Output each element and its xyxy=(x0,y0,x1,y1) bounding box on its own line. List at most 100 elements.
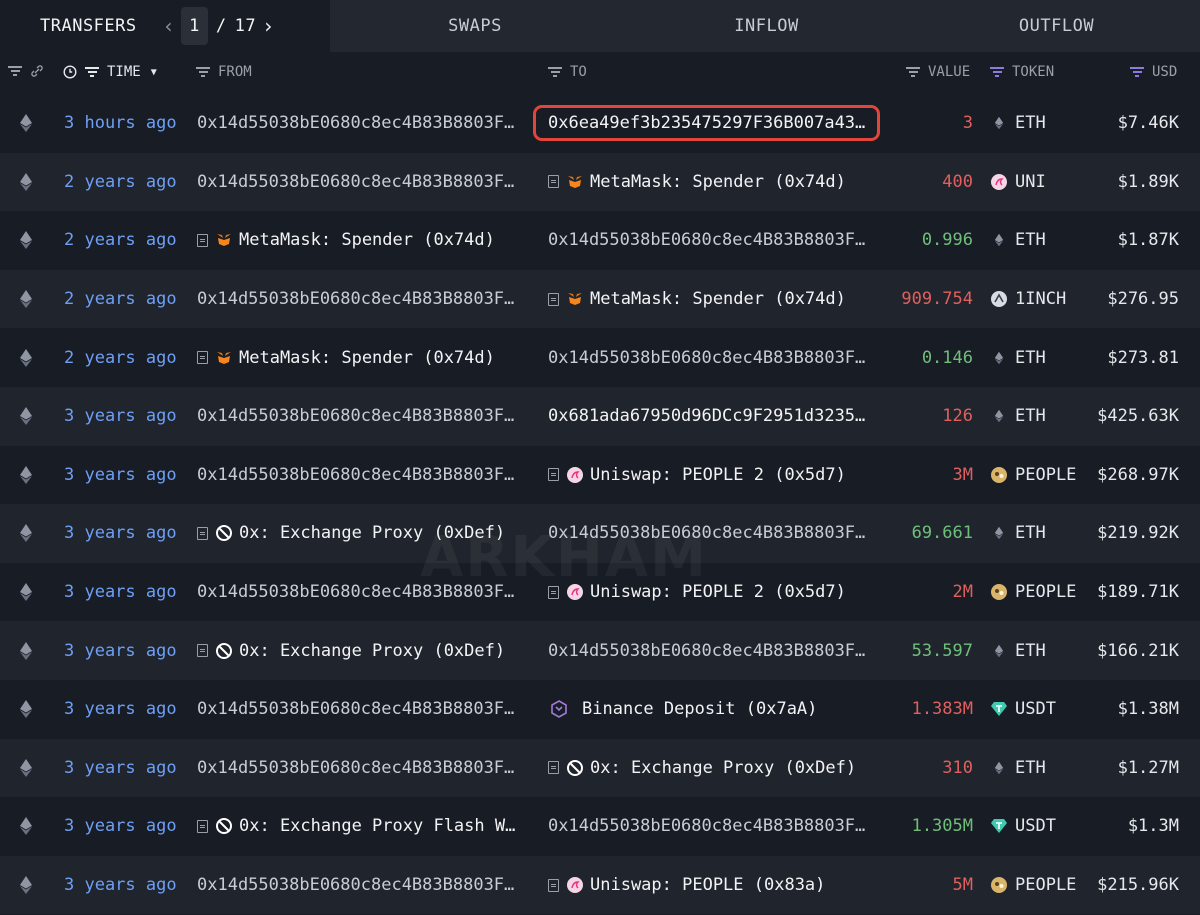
from-address[interactable]: 0x14d55038bE0680c8ec4B83B8803F… xyxy=(197,406,529,426)
ethereum-chain-icon xyxy=(20,876,32,895)
to-address[interactable]: Uniswap: PEOPLE 2 (0x5d7) xyxy=(548,582,878,602)
table-row[interactable]: 3 years ago 0x14d55038bE0680c8ec4B83B8803… xyxy=(0,386,1200,446)
time-link[interactable]: 2 years ago xyxy=(64,289,177,309)
address-text: 0x14d55038bE0680c8ec4B83B8803F… xyxy=(197,171,515,192)
token-cell[interactable]: PEOPLE xyxy=(991,875,1076,895)
to-address[interactable]: 0x14d55038bE0680c8ec4B83B8803F… xyxy=(548,230,878,250)
token-cell[interactable]: USDT xyxy=(991,699,1056,719)
to-address[interactable]: 0x681ada67950d96DCc9F2951d3235… xyxy=(548,406,878,426)
time-link[interactable]: 3 years ago xyxy=(64,641,177,661)
token-column-header[interactable]: TOKEN xyxy=(990,64,1054,80)
token-symbol: PEOPLE xyxy=(1015,875,1077,896)
token-cell[interactable]: ETH xyxy=(991,641,1046,661)
table-row[interactable]: 3 years ago 0x14d55038bE0680c8ec4B83B8803… xyxy=(0,563,1200,622)
time-link[interactable]: 3 years ago xyxy=(64,465,177,485)
time-link[interactable]: 3 hours ago xyxy=(64,113,177,133)
from-address[interactable]: 0x: Exchange Proxy (0xDef) xyxy=(197,523,529,543)
tab-outflow[interactable]: OUTFLOW xyxy=(913,0,1200,52)
filter-icon[interactable] xyxy=(8,64,22,78)
transfer-value: 310 xyxy=(942,757,973,778)
address-text: 0x6ea49ef3b235475297F36B007a43… xyxy=(548,113,866,134)
filter-icon[interactable] xyxy=(548,65,562,79)
tab-transfers[interactable]: TRANSFERS ‹ 1 / 17 › xyxy=(0,0,330,52)
table-row[interactable]: 3 years ago 0x: Exchange Proxy Flash W… 0x… xyxy=(0,797,1200,856)
from-address[interactable]: 0x: Exchange Proxy Flash W… xyxy=(197,816,529,836)
time-column-header[interactable]: TIME ▼ xyxy=(63,64,157,80)
token-cell[interactable]: ETH xyxy=(991,230,1046,250)
uniswap-icon xyxy=(567,877,583,894)
table-row[interactable]: 3 hours ago 0x14d55038bE0680c8ec4B83B8803… xyxy=(0,94,1200,153)
from-address[interactable]: 0x14d55038bE0680c8ec4B83B8803F… xyxy=(197,113,529,133)
token-cell[interactable]: UNI xyxy=(991,172,1046,192)
table-row[interactable]: 3 years ago 0x14d55038bE0680c8ec4B83B8803… xyxy=(0,855,1200,915)
to-address[interactable]: 0x14d55038bE0680c8ec4B83B8803F… xyxy=(548,816,878,836)
to-address[interactable]: MetaMask: Spender (0x74d) xyxy=(548,289,878,309)
to-address[interactable]: Uniswap: PEOPLE (0x83a) xyxy=(548,875,878,895)
token-cell[interactable]: ETH xyxy=(991,406,1046,426)
to-address[interactable]: 0x14d55038bE0680c8ec4B83B8803F… xyxy=(548,641,878,661)
time-link[interactable]: 3 years ago xyxy=(64,816,177,836)
time-link[interactable]: 3 years ago xyxy=(64,406,177,426)
from-address[interactable]: 0x14d55038bE0680c8ec4B83B8803F… xyxy=(197,699,529,719)
table-row[interactable]: 3 years ago 0x14d55038bE0680c8ec4B83B8803… xyxy=(0,680,1200,739)
value-header-label: VALUE xyxy=(928,64,971,80)
from-address[interactable]: 0x14d55038bE0680c8ec4B83B8803F… xyxy=(197,582,529,602)
from-address[interactable]: 0x14d55038bE0680c8ec4B83B8803F… xyxy=(197,758,529,778)
time-link[interactable]: 2 years ago xyxy=(64,230,177,250)
time-link[interactable]: 3 years ago xyxy=(64,523,177,543)
to-address[interactable]: 0x: Exchange Proxy (0xDef) xyxy=(548,758,878,778)
to-address[interactable]: Binance Deposit (0x7aA) xyxy=(548,699,878,719)
to-column-header[interactable]: TO xyxy=(548,64,587,80)
time-link[interactable]: 2 years ago xyxy=(64,348,177,368)
table-row[interactable]: 3 years ago 0x: Exchange Proxy (0xDef) 0x1… xyxy=(0,621,1200,680)
to-address[interactable]: MetaMask: Spender (0x74d) xyxy=(548,172,878,192)
sort-down-icon[interactable]: ▼ xyxy=(151,67,157,78)
filter-icon[interactable] xyxy=(1130,65,1144,79)
from-address[interactable]: 0x14d55038bE0680c8ec4B83B8803F… xyxy=(197,465,529,485)
highlighted-to-address[interactable]: 0x6ea49ef3b235475297F36B007a43… xyxy=(532,105,881,142)
time-link[interactable]: 3 years ago xyxy=(64,875,177,895)
time-link[interactable]: 3 years ago xyxy=(64,582,177,602)
token-cell[interactable]: 1INCH xyxy=(991,289,1066,309)
token-cell[interactable]: ETH xyxy=(991,348,1046,368)
filter-icon[interactable] xyxy=(196,65,210,79)
chain-filter[interactable] xyxy=(8,64,44,78)
to-address[interactable]: 0x14d55038bE0680c8ec4B83B8803F… xyxy=(548,348,878,368)
tab-swaps[interactable]: SWAPS xyxy=(330,0,620,52)
table-row[interactable]: 3 years ago 0x14d55038bE0680c8ec4B83B8803… xyxy=(0,446,1200,505)
table-row[interactable]: 3 years ago 0x: Exchange Proxy (0xDef) 0x1… xyxy=(0,504,1200,563)
filter-icon[interactable] xyxy=(85,65,99,79)
from-address[interactable]: 0x14d55038bE0680c8ec4B83B8803F… xyxy=(197,875,529,895)
from-address[interactable]: 0x14d55038bE0680c8ec4B83B8803F… xyxy=(197,172,529,192)
time-link[interactable]: 2 years ago xyxy=(64,172,177,192)
current-page[interactable]: 1 xyxy=(181,7,208,45)
chevron-left-icon[interactable]: ‹ xyxy=(157,14,182,38)
to-address[interactable]: Uniswap: PEOPLE 2 (0x5d7) xyxy=(548,465,878,485)
from-address[interactable]: MetaMask: Spender (0x74d) xyxy=(197,230,529,250)
usd-column-header[interactable]: USD xyxy=(1130,64,1177,80)
token-cell[interactable]: ETH xyxy=(991,113,1046,133)
chevron-right-icon[interactable]: › xyxy=(256,14,281,38)
token-cell[interactable]: PEOPLE xyxy=(991,582,1076,602)
table-row[interactable]: 2 years ago 0x14d55038bE0680c8ec4B83B8803… xyxy=(0,152,1200,212)
table-row[interactable]: 2 years ago 0x14d55038bE0680c8ec4B83B8803… xyxy=(0,269,1200,329)
time-link[interactable]: 3 years ago xyxy=(64,758,177,778)
filter-icon[interactable] xyxy=(906,65,920,79)
filter-icon[interactable] xyxy=(990,65,1004,79)
value-column-header[interactable]: VALUE xyxy=(906,64,970,80)
from-address[interactable]: 0x14d55038bE0680c8ec4B83B8803F… xyxy=(197,289,529,309)
tab-inflow[interactable]: INFLOW xyxy=(620,0,913,52)
token-cell[interactable]: PEOPLE xyxy=(991,465,1076,485)
time-link[interactable]: 3 years ago xyxy=(64,699,177,719)
to-address[interactable]: 0x14d55038bE0680c8ec4B83B8803F… xyxy=(548,523,878,543)
table-row[interactable]: 3 years ago 0x14d55038bE0680c8ec4B83B8803… xyxy=(0,738,1200,798)
link-icon[interactable] xyxy=(30,64,44,78)
from-address[interactable]: MetaMask: Spender (0x74d) xyxy=(197,348,529,368)
table-row[interactable]: 2 years ago MetaMask: Spender (0x74d) 0x14… xyxy=(0,211,1200,270)
token-cell[interactable]: ETH xyxy=(991,758,1046,778)
token-cell[interactable]: USDT xyxy=(991,816,1056,836)
table-row[interactable]: 2 years ago MetaMask: Spender (0x74d) 0x14… xyxy=(0,328,1200,387)
from-address[interactable]: 0x: Exchange Proxy (0xDef) xyxy=(197,641,529,661)
token-cell[interactable]: ETH xyxy=(991,523,1046,543)
from-column-header[interactable]: FROM xyxy=(196,64,252,80)
